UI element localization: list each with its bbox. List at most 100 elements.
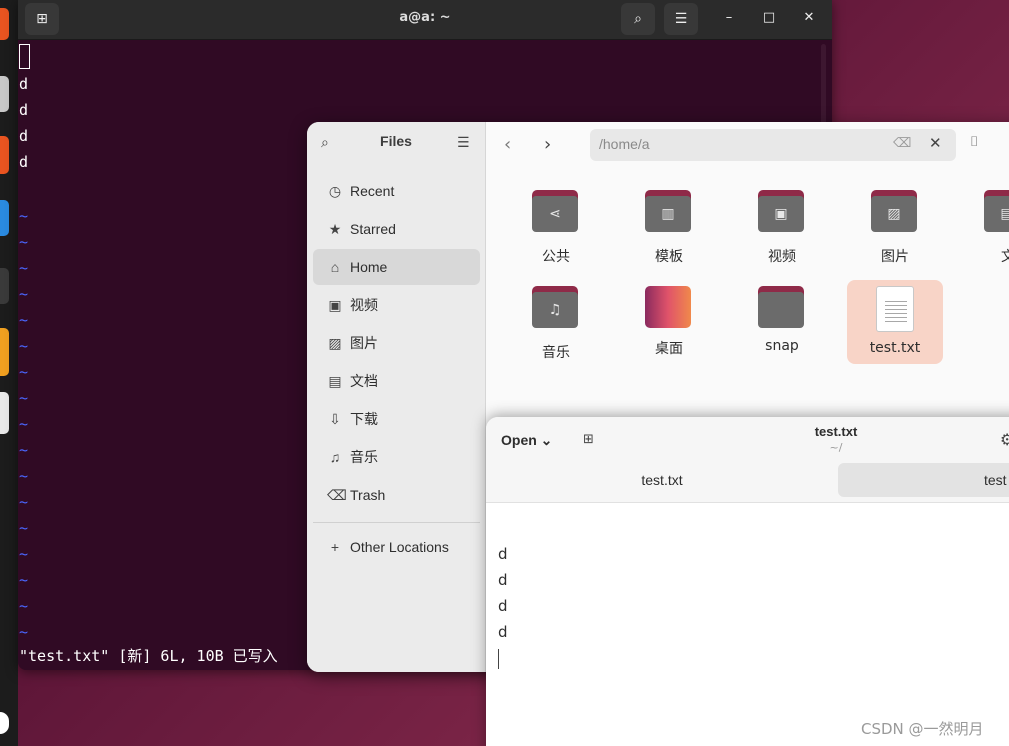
terminal-line: d: [19, 75, 29, 93]
hamburger-icon[interactable]: ☰: [664, 3, 698, 35]
sidebar-item-image[interactable]: ▨ 图片: [313, 325, 480, 361]
editor-tab-bar: test.txt test: [486, 463, 1009, 503]
folder-icon: ▤: [984, 190, 1009, 232]
watermark: CSDN @一然明月: [861, 720, 984, 738]
music-icon: ♫: [329, 449, 341, 465]
dock-app-show-apps[interactable]: [0, 712, 9, 734]
terminal-empty-line: ~: [19, 337, 29, 355]
sidebar-item-label: 视频: [350, 297, 378, 313]
close-button[interactable]: ✕: [797, 6, 821, 30]
document-icon: ▤: [328, 373, 342, 389]
terminal-empty-line: ~: [19, 467, 29, 485]
search-icon[interactable]: ⌕: [621, 3, 655, 35]
hamburger-icon[interactable]: ☰: [457, 135, 470, 151]
terminal-empty-line: ~: [19, 259, 29, 277]
star-icon: ★: [328, 221, 342, 237]
text-editor-window[interactable]: Open ⌄ ⊞ test.txt ~/ ⚙ test.txt test d d…: [486, 417, 1009, 746]
chevron-down-icon: ⌄: [540, 432, 553, 448]
dock-app-terminal[interactable]: [0, 268, 9, 304]
path-text: /home/a: [599, 136, 650, 152]
file-item[interactable]: ▤ 文: [960, 184, 1009, 268]
dock-app-ubuntu-software[interactable]: [0, 136, 9, 174]
folder-icon: [758, 286, 804, 328]
new-tab-icon[interactable]: ⊞: [583, 432, 594, 447]
file-item[interactable]: ⋖ 公共: [508, 184, 604, 268]
terminal-empty-line: ~: [19, 623, 29, 641]
clear-path-icon[interactable]: ⌫: [893, 136, 911, 151]
sidebar-item-clock[interactable]: ◷ Recent: [313, 173, 480, 209]
file-item[interactable]: ▨ 图片: [847, 184, 943, 268]
file-name: 图片: [881, 249, 909, 265]
sidebar-divider: [313, 522, 480, 523]
tab-test[interactable]: test: [838, 463, 1009, 497]
dock-app-files[interactable]: [0, 76, 9, 112]
plus-icon: +: [330, 539, 340, 555]
file-name: 公共: [542, 249, 570, 265]
file-name: 模板: [655, 249, 683, 265]
dock-app-text-editor[interactable]: [0, 328, 9, 376]
maximize-button[interactable]: □: [757, 6, 781, 30]
file-item[interactable]: test.txt: [847, 280, 943, 364]
files-sidebar: ⌕ Files ☰ ◷ Recent ★ Starred ⌂ Home ▣ 视频 ▨ 图片 ▤ 文档 ⇩…: [307, 122, 486, 672]
file-item[interactable]: ▥ 模板: [621, 184, 717, 268]
file-name: 视频: [768, 249, 796, 265]
folder-icon: ♫: [532, 286, 578, 328]
file-item[interactable]: snap: [734, 280, 830, 364]
download-icon: ⇩: [329, 411, 341, 427]
sidebar-item-trash[interactable]: ⌫ Trash: [313, 477, 480, 513]
editor-line: d: [498, 623, 508, 641]
sidebar-item-download[interactable]: ⇩ 下载: [313, 401, 480, 437]
forward-arrow-icon[interactable]: ›: [544, 134, 551, 155]
folder-icon: ▣: [758, 190, 804, 232]
terminal-empty-line: ~: [19, 207, 29, 225]
terminal-status-line: "test.txt" [新] 6L, 10B 已写入: [19, 647, 278, 665]
sidebar-item-label: 图片: [350, 335, 378, 351]
sidebar-item-label: Starred: [350, 221, 396, 237]
sidebar-item-star[interactable]: ★ Starred: [313, 211, 480, 247]
text-cursor: [498, 649, 499, 669]
close-path-icon[interactable]: ✕: [929, 134, 942, 152]
tab-test-txt[interactable]: test.txt: [486, 463, 838, 497]
file-item[interactable]: ♫ 音乐: [508, 280, 604, 364]
sidebar-item-music[interactable]: ♫ 音乐: [313, 439, 480, 475]
file-name: 音乐: [542, 345, 570, 361]
path-bar[interactable]: /home/a ⌫ ✕: [590, 129, 956, 161]
text-file-icon: [876, 286, 914, 332]
editor-subtitle: ~/: [829, 441, 843, 454]
terminal-empty-line: ~: [19, 285, 29, 303]
dock-app-firefox[interactable]: [0, 8, 9, 40]
editor-line: d: [498, 597, 508, 615]
terminal-empty-line: ~: [19, 233, 29, 251]
trash-icon: ⌫: [327, 487, 347, 503]
terminal-empty-line: ~: [19, 389, 29, 407]
dock-app-document[interactable]: [0, 392, 9, 434]
sidebar-item-label: Recent: [350, 183, 395, 199]
home-icon: ⌂: [330, 259, 340, 275]
file-name: 文: [1001, 249, 1009, 265]
sidebar-item-other-locations[interactable]: + Other Locations: [313, 529, 480, 565]
sidebar-item-film[interactable]: ▣ 视频: [313, 287, 480, 323]
editor-header: Open ⌄ ⊞ test.txt ~/ ⚙: [486, 417, 1009, 463]
terminal-empty-line: ~: [19, 441, 29, 459]
editor-line: d: [498, 545, 508, 563]
dock: [0, 0, 18, 746]
sidebar-item-document[interactable]: ▤ 文档: [313, 363, 480, 399]
gear-icon[interactable]: ⚙: [1000, 430, 1009, 449]
open-button[interactable]: Open ⌄: [501, 432, 552, 449]
sidebar-item-label: 文档: [350, 373, 378, 389]
dock-app-thunderbird[interactable]: [0, 200, 9, 236]
terminal-line: d: [19, 153, 29, 171]
sidebar-item-home[interactable]: ⌂ Home: [313, 249, 480, 285]
sidebar-item-label: Home: [350, 259, 388, 275]
back-arrow-icon[interactable]: ‹: [504, 134, 511, 155]
terminal-title: a@a: ~: [399, 10, 451, 25]
camera-icon[interactable]: ⌷: [970, 134, 978, 150]
folder-icon: ⋖: [532, 190, 578, 232]
terminal-empty-line: ~: [19, 545, 29, 563]
minimize-button[interactable]: –: [717, 6, 741, 30]
sidebar-item-label: Other Locations: [350, 539, 449, 555]
terminal-line: d: [19, 101, 29, 119]
file-item[interactable]: 桌面: [621, 280, 717, 364]
folder-icon: ▥: [645, 190, 691, 232]
file-item[interactable]: ▣ 视频: [734, 184, 830, 268]
